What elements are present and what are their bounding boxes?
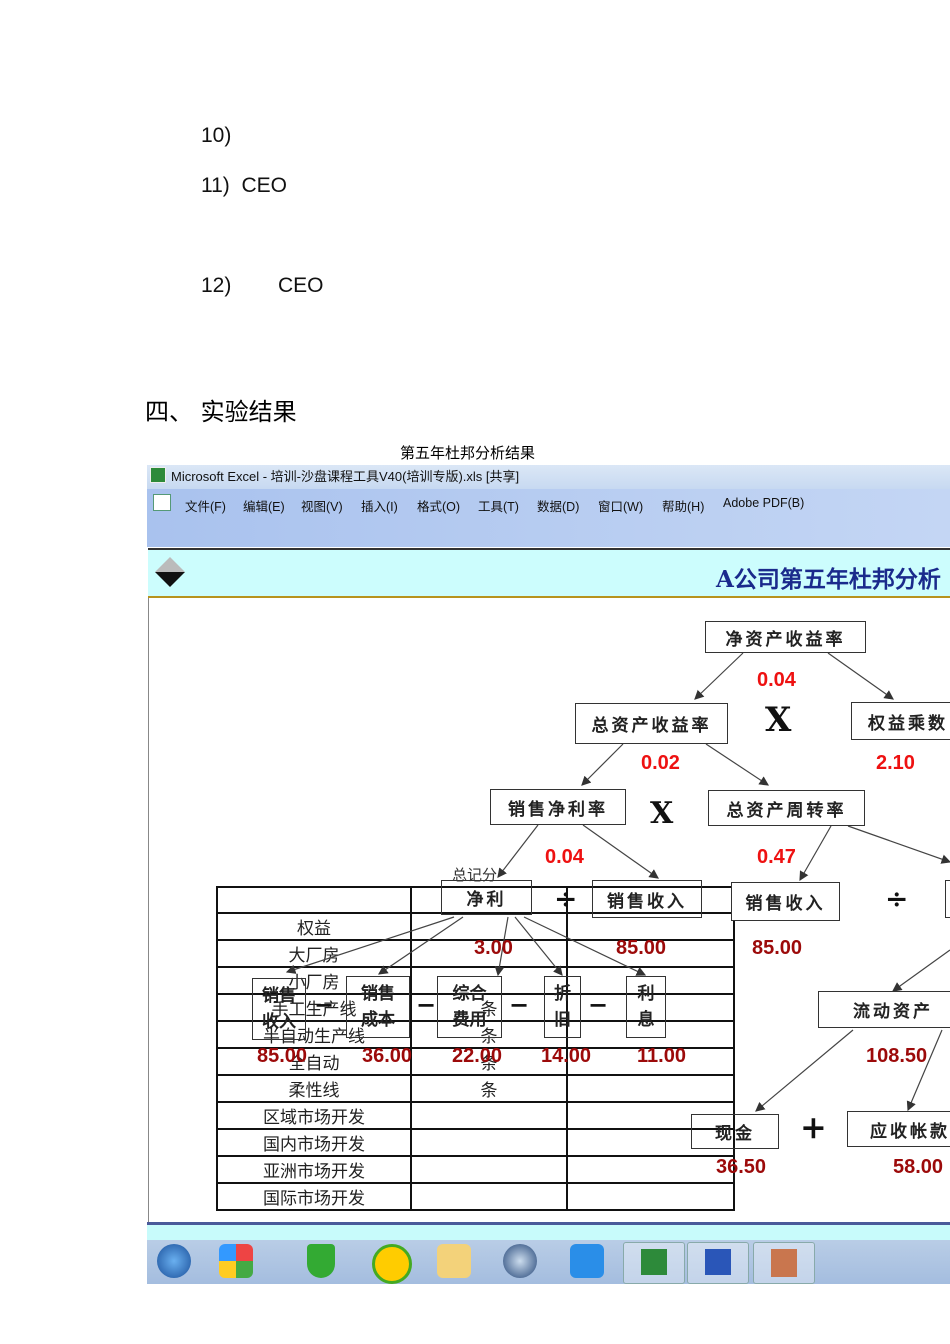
document-page: 10) 11) CEO 12) CEO 四、 实验结果 第五年杜邦分析结果 Mic… xyxy=(0,0,950,1344)
sales-value: 85.00 xyxy=(257,1045,308,1067)
depreciation-value: 14.00 xyxy=(541,1045,592,1067)
taskbar xyxy=(147,1240,950,1284)
cash-value: 36.50 xyxy=(716,1156,767,1178)
photo-icon xyxy=(771,1249,797,1277)
current-assets-box: 流动资产 xyxy=(818,991,950,1028)
roa-value: 0.02 xyxy=(641,752,680,774)
divide-operator: ÷ xyxy=(885,882,909,915)
asset-turnover-value: 0.47 xyxy=(757,846,796,868)
net-profit-value: 3.00 xyxy=(474,937,513,959)
interest-box: 利息 xyxy=(626,976,666,1038)
taskbar-photo-button[interactable] xyxy=(753,1242,815,1284)
box-label: 综合 xyxy=(452,984,487,1004)
roe-value: 0.04 xyxy=(757,669,796,691)
sales-revenue-box: 销售收入 xyxy=(592,880,702,918)
total-assets-box xyxy=(945,880,950,918)
cash-box: 现金 xyxy=(691,1114,779,1149)
plus-operator: + xyxy=(800,1108,827,1146)
expense-value: 22.00 xyxy=(452,1045,503,1067)
current-assets-value: 108.50 xyxy=(866,1045,928,1067)
minus-operator: − xyxy=(314,990,335,1019)
times-operator: X xyxy=(765,700,792,740)
times-operator: X xyxy=(650,796,674,831)
receivables-value: 58.00 xyxy=(893,1156,944,1178)
cost-value: 36.00 xyxy=(362,1045,413,1067)
divide-operator: ÷ xyxy=(554,882,578,915)
360-icon[interactable] xyxy=(372,1244,412,1284)
receivables-box: 应收帐款 xyxy=(847,1111,950,1147)
box-label: 折 xyxy=(554,984,571,1004)
cost-box: 销售 成本 xyxy=(346,976,410,1038)
roe-box: 净资产收益率 xyxy=(705,621,866,653)
equity-multiplier-value: 2.10 xyxy=(876,752,915,774)
excel-icon xyxy=(641,1249,667,1275)
minus-operator: − xyxy=(416,990,437,1019)
word-icon xyxy=(705,1249,731,1275)
box-label: 旧 xyxy=(554,1010,571,1030)
equity-multiplier-box: 权益乘数 xyxy=(851,702,950,740)
qq-icon[interactable] xyxy=(570,1244,604,1278)
box-label: 息 xyxy=(637,1010,655,1030)
roa-box: 总资产收益率 xyxy=(575,703,728,744)
sales-box: 销售 收入 xyxy=(252,978,306,1040)
sales-revenue-box-2: 销售收入 xyxy=(731,882,840,921)
box-label: 销售 xyxy=(262,986,296,1006)
minus-operator: − xyxy=(509,990,530,1019)
box-label: 费用 xyxy=(452,1010,487,1030)
box-label: 收入 xyxy=(262,1012,296,1032)
net-margin-box: 销售净利率 xyxy=(490,789,626,825)
box-label: 利 xyxy=(637,984,655,1004)
box-label: 销售 xyxy=(361,984,395,1004)
taskbar-word-button[interactable] xyxy=(687,1242,749,1284)
expense-box: 综合 费用 xyxy=(437,976,502,1038)
asset-turnover-box: 总资产周转率 xyxy=(708,790,865,826)
interest-value: 11.00 xyxy=(637,1045,686,1067)
browser-icon[interactable] xyxy=(503,1244,537,1278)
security-icon[interactable] xyxy=(307,1244,335,1278)
app-icon[interactable] xyxy=(219,1244,253,1278)
minus-operator: − xyxy=(588,990,609,1019)
start-button[interactable] xyxy=(157,1244,191,1278)
net-margin-value: 0.04 xyxy=(545,846,584,868)
sales-revenue-value-2: 85.00 xyxy=(752,937,803,959)
sales-revenue-value: 85.00 xyxy=(616,937,667,959)
depreciation-box: 折旧 xyxy=(544,976,581,1038)
net-profit-box: 净利 xyxy=(441,880,532,915)
explorer-icon[interactable] xyxy=(437,1244,471,1278)
box-label: 成本 xyxy=(361,1010,395,1030)
taskbar-excel-button[interactable] xyxy=(623,1242,685,1284)
